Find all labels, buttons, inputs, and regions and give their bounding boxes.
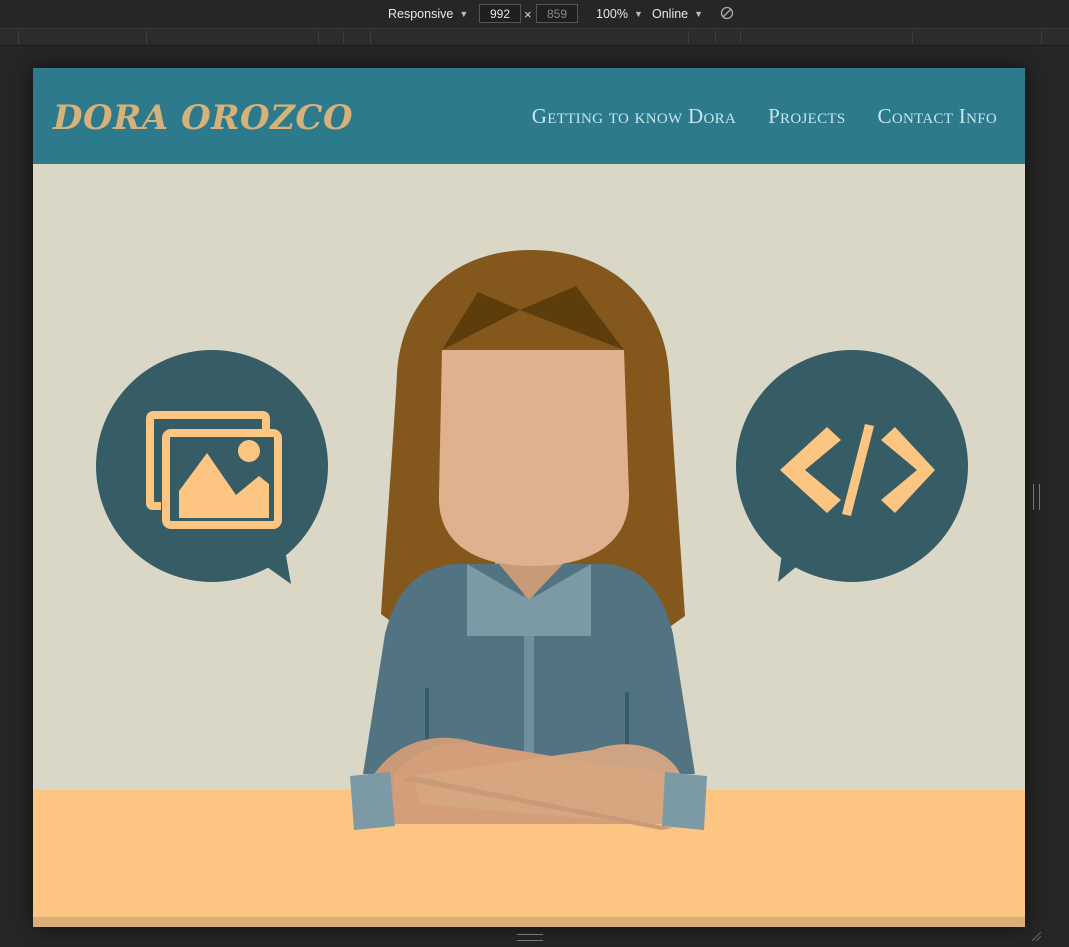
desk-edge bbox=[33, 917, 1025, 927]
person-illustration bbox=[350, 250, 707, 830]
speech-bubble-right bbox=[736, 350, 968, 582]
viewport-height-input[interactable] bbox=[536, 4, 578, 23]
throttling-label: Online bbox=[652, 7, 689, 21]
nav-link-contact-info[interactable]: Contact Info bbox=[878, 104, 997, 129]
device-mode-dropdown[interactable]: Responsive ▼ bbox=[388, 0, 468, 28]
chevron-down-icon: ▼ bbox=[459, 9, 469, 19]
hero-illustration bbox=[33, 250, 1025, 927]
chevron-down-icon: ▼ bbox=[633, 9, 643, 19]
resize-handle-right[interactable] bbox=[1033, 484, 1040, 510]
chevron-down-icon: ▼ bbox=[694, 9, 704, 19]
nav-link-getting-to-know[interactable]: Getting to know Dora bbox=[532, 104, 736, 129]
zoom-dropdown[interactable]: 100% ▼ bbox=[596, 0, 643, 28]
site-header: DORA OROZCO Getting to know Dora Project… bbox=[33, 68, 1025, 164]
rotate-icon[interactable] bbox=[720, 6, 734, 20]
site-logo[interactable]: DORA OROZCO bbox=[53, 98, 353, 138]
resize-handle-bottom[interactable] bbox=[517, 934, 543, 941]
device-mode-label: Responsive bbox=[388, 7, 454, 21]
zoom-label: 100% bbox=[596, 7, 628, 21]
resize-corner-icon[interactable] bbox=[1030, 930, 1042, 942]
throttling-dropdown[interactable]: Online ▼ bbox=[652, 0, 703, 28]
viewport-width-input[interactable] bbox=[479, 4, 521, 23]
times-icon: × bbox=[524, 7, 532, 22]
nav-link-projects[interactable]: Projects bbox=[768, 104, 845, 129]
media-query-ruler bbox=[0, 29, 1069, 46]
page-viewport: DORA OROZCO Getting to know Dora Project… bbox=[33, 68, 1025, 927]
devtools-device-toolbar: Responsive ▼ × 100% ▼ Online ▼ bbox=[0, 0, 1069, 29]
main-nav: Getting to know Dora Projects Contact In… bbox=[532, 104, 997, 129]
